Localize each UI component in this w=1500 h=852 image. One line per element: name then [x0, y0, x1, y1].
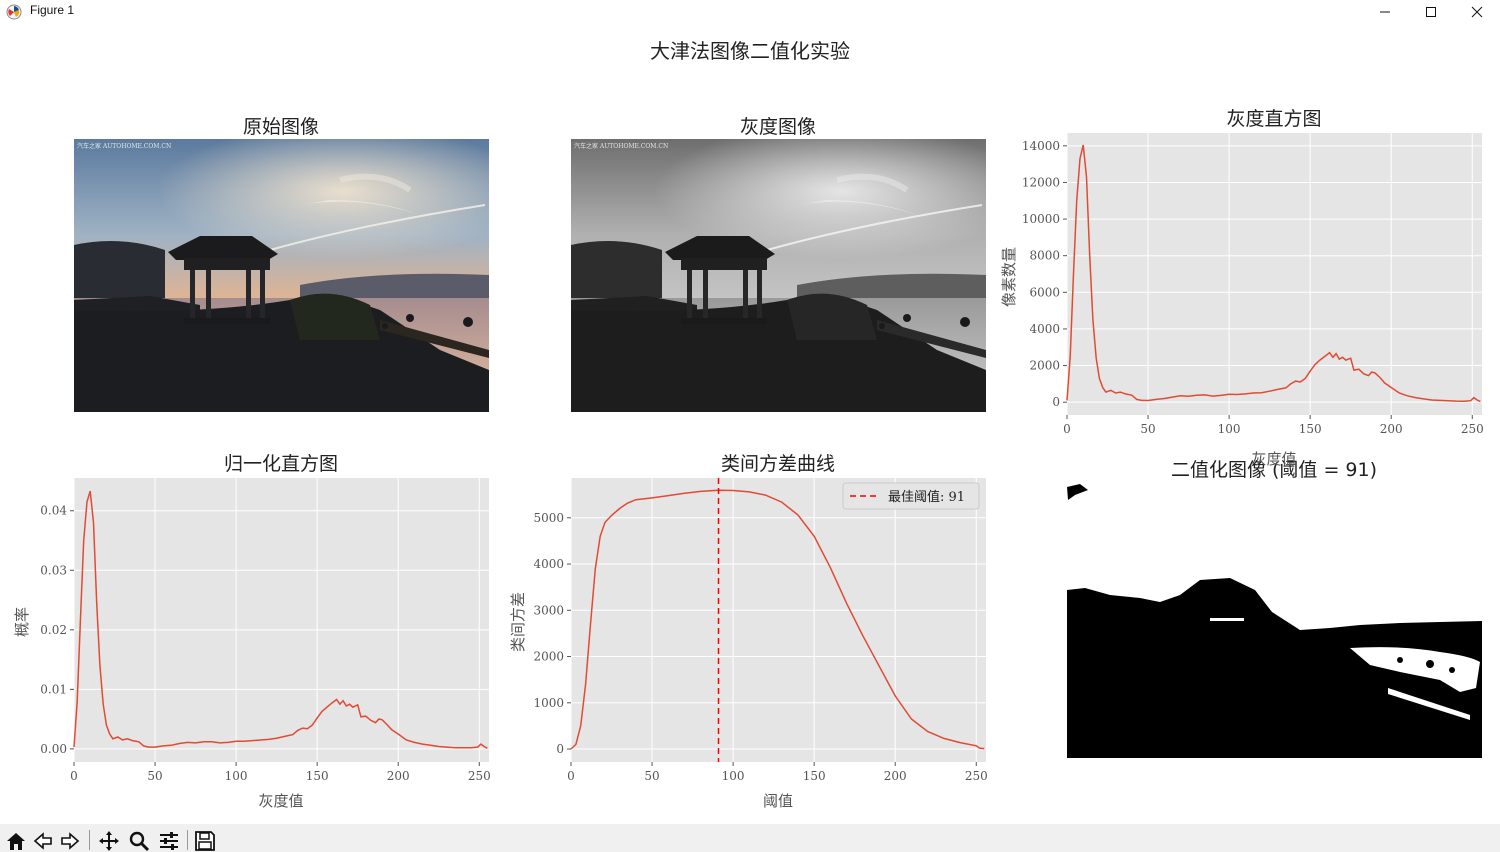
navigation-toolbar	[0, 824, 1500, 852]
x-tick-label: 150	[1299, 422, 1322, 436]
normalized-histogram-yticks: 0.00 0.01 0.02 0.03 0.04	[40, 504, 74, 756]
y-tick-label: 0.00	[40, 742, 67, 756]
figure-suptitle: 大津法图像二值化实验	[650, 39, 850, 63]
close-icon	[1471, 6, 1483, 18]
x-tick-label: 0	[567, 769, 575, 783]
binary-photo	[1067, 484, 1482, 758]
x-tick-label: 50	[1140, 422, 1155, 436]
configure-subplots-button[interactable]	[157, 830, 181, 852]
y-tick-label: 0	[556, 742, 564, 756]
y-tick-label: 14000	[1022, 139, 1060, 153]
x-tick-label: 200	[1380, 422, 1403, 436]
arrow-left-icon	[33, 832, 52, 850]
original-image-panel: 原始图像 汽车之家 AUTOHOME.COM.CN	[74, 116, 489, 412]
pan-button[interactable]	[97, 830, 121, 852]
figure-canvas: 大津法图像二值化实验 原始图像 汽车之家 AUTOHOME.COM.CN 灰度图…	[0, 24, 1500, 824]
y-tick-label: 4000	[1029, 322, 1060, 336]
variance-axes-bg	[571, 478, 986, 762]
gray-image-title: 灰度图像	[740, 116, 816, 138]
variance-legend: 最佳阈值: 91	[842, 482, 980, 510]
normalized-histogram-chart: 0 50 100 150 200 250 0.00 0.01 0.02 0.03 0.04 归一化…	[13, 453, 491, 810]
x-tick-label: 250	[468, 769, 491, 783]
original-photo: 汽车之家 AUTOHOME.COM.CN	[74, 139, 489, 412]
x-tick-label: 100	[722, 769, 745, 783]
save-button[interactable]	[193, 830, 217, 852]
window-titlebar: Figure 1	[0, 0, 1500, 25]
y-tick-label: 10000	[1022, 212, 1060, 226]
maximize-button[interactable]	[1408, 0, 1454, 24]
x-tick-label: 200	[387, 769, 410, 783]
variance-title: 类间方差曲线	[721, 453, 835, 475]
zoom-button[interactable]	[127, 830, 151, 852]
variance-chart: 0 50 100 150 200 250 0 1000 2000 3000 4000 5000 类间…	[509, 453, 988, 810]
gray-photo: 汽车之家 AUTOHOME.COM.CN	[571, 139, 986, 412]
gray-histogram-ylabel: 像素数量	[1000, 247, 1018, 307]
home-icon	[7, 833, 25, 850]
x-tick-label: 150	[306, 769, 329, 783]
y-tick-label: 0.04	[40, 504, 67, 518]
x-tick-label: 150	[803, 769, 826, 783]
variance-legend-label: 最佳阈值: 91	[888, 489, 965, 505]
variance-xlabel: 阈值	[763, 792, 793, 810]
gray-histogram-title: 灰度直方图	[1226, 108, 1321, 130]
y-tick-label: 5000	[533, 511, 564, 525]
y-tick-label: 0.01	[40, 682, 67, 696]
y-tick-label: 1000	[533, 696, 564, 710]
minimize-icon	[1380, 11, 1390, 13]
forward-button[interactable]	[58, 830, 82, 852]
sliders-icon	[160, 832, 178, 850]
maximize-icon	[1426, 7, 1436, 17]
y-tick-label: 3000	[533, 603, 564, 617]
window-title: Figure 1	[30, 3, 75, 17]
gray-histogram-yticks: 0 2000 4000 6000 8000 10000 12000 14000	[1022, 139, 1067, 409]
x-tick-label: 100	[225, 769, 248, 783]
y-tick-label: 8000	[1029, 249, 1060, 263]
move-icon	[99, 831, 119, 851]
magnifier-icon	[129, 831, 150, 852]
x-tick-label: 50	[644, 769, 659, 783]
normalized-histogram-ylabel: 概率	[13, 607, 31, 637]
y-tick-label: 0.03	[40, 563, 67, 577]
x-tick-label: 250	[965, 769, 988, 783]
toolbar-separator	[89, 830, 90, 850]
y-tick-label: 0	[1052, 395, 1060, 409]
y-tick-label: 4000	[533, 557, 564, 571]
y-tick-label: 2000	[1029, 359, 1060, 373]
gray-histogram-axes-bg	[1067, 133, 1482, 415]
toolbar-separator	[187, 830, 188, 850]
normalized-histogram-xlabel: 灰度值	[258, 792, 303, 810]
gray-watermark: 汽车之家 AUTOHOME.COM.CN	[574, 142, 668, 150]
y-tick-label: 6000	[1029, 285, 1060, 299]
matplotlib-app-icon	[6, 4, 22, 20]
minimize-button[interactable]	[1362, 0, 1408, 24]
figure-svg: 大津法图像二值化实验 原始图像 汽车之家 AUTOHOME.COM.CN 灰度图…	[13, 39, 1484, 810]
gray-histogram-chart: 0 50 100 150 200 250 0 2000 4000 6000 8000 10000 12…	[1000, 108, 1484, 468]
back-button[interactable]	[31, 830, 55, 852]
gray-image-panel: 灰度图像 汽车之家 AUTOHOME.COM.CN	[571, 116, 986, 412]
y-tick-label: 2000	[533, 650, 564, 664]
x-tick-label: 50	[147, 769, 162, 783]
y-tick-label: 0.02	[40, 623, 67, 637]
x-tick-label: 100	[1218, 422, 1241, 436]
normalized-histogram-title: 归一化直方图	[224, 453, 338, 475]
y-tick-label: 12000	[1022, 175, 1060, 189]
gray-histogram-xlabel: 灰度值	[1251, 450, 1296, 468]
x-tick-label: 0	[1063, 422, 1071, 436]
arrow-right-icon	[61, 832, 80, 850]
close-button[interactable]	[1454, 0, 1500, 24]
floppy-disk-icon	[195, 831, 215, 851]
variance-yticks: 0 1000 2000 3000 4000 5000	[533, 511, 571, 756]
x-tick-label: 0	[70, 769, 78, 783]
normalized-histogram-axes-bg	[74, 478, 489, 762]
x-tick-label: 200	[884, 769, 907, 783]
home-button[interactable]	[4, 830, 28, 852]
x-tick-label: 250	[1461, 422, 1484, 436]
original-watermark: 汽车之家 AUTOHOME.COM.CN	[77, 142, 171, 150]
normalized-histogram-xticks: 0 50 100 150 200 250	[70, 762, 491, 783]
original-image-title: 原始图像	[243, 116, 319, 138]
gray-histogram-xticks: 0 50 100 150 200 250	[1063, 415, 1484, 436]
variance-xticks: 0 50 100 150 200 250	[567, 762, 988, 783]
binary-image-panel: 二值化图像 (阈值 = 91)	[1067, 459, 1482, 758]
variance-ylabel: 类间方差	[509, 592, 527, 652]
